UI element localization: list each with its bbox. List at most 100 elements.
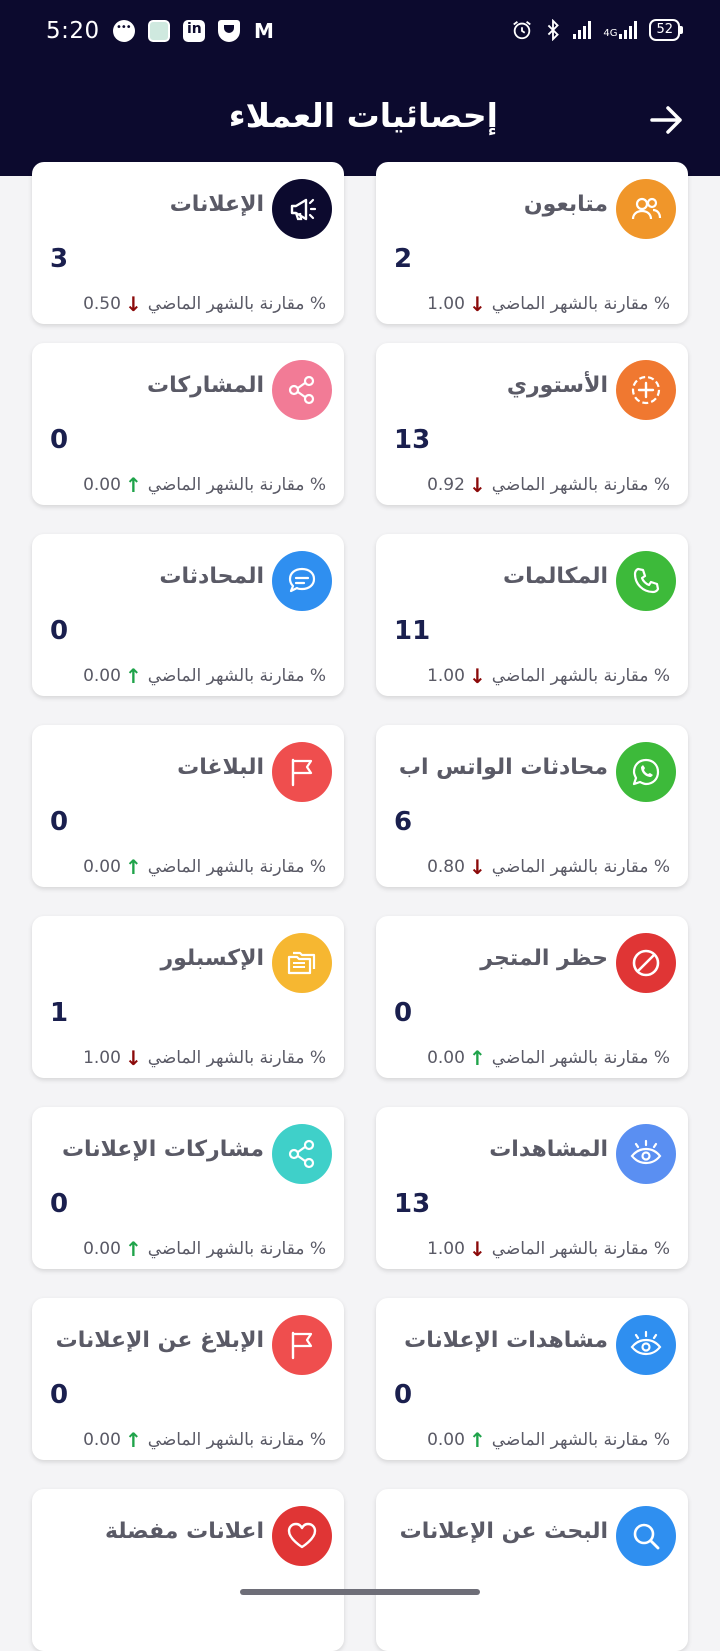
arrow-up-icon: ↑ bbox=[124, 1428, 142, 1452]
stat-comparison: 0.00 ↑% مقارنة بالشهر الماضي bbox=[32, 1237, 326, 1261]
system-icons: 4G 52 bbox=[511, 19, 683, 41]
linkedin-icon bbox=[183, 20, 205, 42]
stat-change-value: 0.50 bbox=[83, 294, 121, 314]
phone-icon bbox=[616, 551, 676, 611]
comparison-text: % مقارنة بالشهر الماضي bbox=[147, 294, 326, 314]
eye-icon bbox=[616, 1315, 676, 1375]
stat-comparison: 1.00 ↓% مقارنة بالشهر الماضي bbox=[376, 292, 670, 316]
stat-change-value: 0.00 bbox=[83, 857, 121, 877]
stat-card[interactable]: الإبلاغ عن الإعلانات 0 0.00 ↑% مقارنة بالشه… bbox=[32, 1298, 344, 1460]
comparison-text: % مقارنة بالشهر الماضي bbox=[147, 857, 326, 877]
comparison-text: % مقارنة بالشهر الماضي bbox=[147, 666, 326, 686]
stat-change-value: 0.00 bbox=[427, 1048, 465, 1068]
stat-value: 0 bbox=[50, 807, 69, 837]
comparison-text: % مقارنة بالشهر الماضي bbox=[491, 294, 670, 314]
flag-icon bbox=[272, 1315, 332, 1375]
arrow-down-icon: ↓ bbox=[124, 1046, 142, 1070]
stat-value: 0 bbox=[394, 998, 413, 1028]
arrow-up-icon: ↑ bbox=[468, 1046, 486, 1070]
stat-comparison: 0.00 ↑% مقارنة بالشهر الماضي bbox=[376, 1428, 670, 1452]
block-icon bbox=[616, 933, 676, 993]
comparison-text: % مقارنة بالشهر الماضي bbox=[147, 475, 326, 495]
whatsapp-icon bbox=[616, 742, 676, 802]
flag-icon bbox=[272, 742, 332, 802]
stat-change-value: 1.00 bbox=[83, 1048, 121, 1068]
bluetooth-icon bbox=[548, 19, 560, 41]
comparison-text: % مقارنة بالشهر الماضي bbox=[491, 857, 670, 877]
stat-card[interactable]: المشاركات 0 0.00 ↑% مقارنة بالشهر الماضي bbox=[32, 343, 344, 505]
comparison-text: % مقارنة بالشهر الماضي bbox=[491, 1048, 670, 1068]
notification-icons bbox=[113, 19, 275, 43]
stat-label: المشاركات bbox=[146, 373, 264, 398]
back-arrow-icon[interactable] bbox=[646, 100, 686, 140]
stat-value: 3 bbox=[50, 244, 69, 274]
status-time: 5:20 bbox=[46, 18, 100, 44]
stat-label: البلاغات bbox=[177, 755, 264, 780]
stat-comparison: 0.00 ↑% مقارنة بالشهر الماضي bbox=[376, 1046, 670, 1070]
stat-value: 0 bbox=[394, 1380, 413, 1410]
stat-change-value: 1.00 bbox=[427, 666, 465, 686]
stat-label: اعلانات مفضلة bbox=[104, 1519, 264, 1544]
comparison-text: % مقارنة بالشهر الماضي bbox=[491, 1430, 670, 1450]
mobile-data-icon: 4G bbox=[603, 21, 638, 39]
stat-label: متابعون bbox=[523, 192, 608, 217]
stat-card[interactable]: اعلانات مفضلة bbox=[32, 1489, 344, 1651]
stat-change-value: 1.00 bbox=[427, 1239, 465, 1259]
stat-card[interactable]: البلاغات 0 0.00 ↑% مقارنة بالشهر الماضي bbox=[32, 725, 344, 887]
stat-comparison: 1.00 ↓% مقارنة بالشهر الماضي bbox=[376, 664, 670, 688]
stat-card[interactable]: الإعلانات 3 0.50 ↓% مقارنة بالشهر الماضي bbox=[32, 162, 344, 324]
stat-card[interactable]: متابعون 2 1.00 ↓% مقارنة بالشهر الماضي bbox=[376, 162, 688, 324]
heart-icon bbox=[272, 1506, 332, 1566]
stat-change-value: 0.00 bbox=[83, 666, 121, 686]
stat-comparison: 0.00 ↑% مقارنة بالشهر الماضي bbox=[32, 855, 326, 879]
share-icon bbox=[272, 1124, 332, 1184]
comparison-text: % مقارنة بالشهر الماضي bbox=[491, 1239, 670, 1259]
stat-label: مشاركات الإعلانات bbox=[61, 1137, 264, 1162]
stat-comparison: 1.00 ↓% مقارنة بالشهر الماضي bbox=[376, 1237, 670, 1261]
stat-value: 0 bbox=[50, 1189, 69, 1219]
stat-card[interactable]: الإكسبلور 1 1.00 ↓% مقارنة بالشهر الماضي bbox=[32, 916, 344, 1078]
stat-card[interactable]: محادثات الواتس اب 6 0.80 ↓% مقارنة بالشهر ا… bbox=[376, 725, 688, 887]
stat-value: 13 bbox=[394, 1189, 431, 1219]
arrow-down-icon: ↓ bbox=[468, 855, 486, 879]
stat-value: 1 bbox=[50, 998, 69, 1028]
stat-comparison: 0.00 ↑% مقارنة بالشهر الماضي bbox=[32, 473, 326, 497]
battery-icon: 52 bbox=[649, 19, 683, 41]
stat-card[interactable]: المكالمات 11 1.00 ↓% مقارنة بالشهر الماضي bbox=[376, 534, 688, 696]
comparison-text: % مقارنة بالشهر الماضي bbox=[491, 666, 670, 686]
stat-value: 0 bbox=[50, 1380, 69, 1410]
stat-card[interactable]: المحادثات 0 0.00 ↑% مقارنة بالشهر الماضي bbox=[32, 534, 344, 696]
eye-icon bbox=[616, 1124, 676, 1184]
stat-label: حظر المتجر bbox=[480, 946, 608, 971]
stat-comparison: 0.50 ↓% مقارنة بالشهر الماضي bbox=[32, 292, 326, 316]
stat-label: الإكسبلور bbox=[160, 946, 264, 971]
arrow-down-icon: ↓ bbox=[468, 664, 486, 688]
stat-card[interactable]: الأستوري 13 0.92 ↓% مقارنة بالشهر الماضي bbox=[376, 343, 688, 505]
story-plus-icon bbox=[616, 360, 676, 420]
stat-card[interactable]: مشاهدات الإعلانات 0 0.00 ↑% مقارنة بالشهر ا… bbox=[376, 1298, 688, 1460]
alarm-icon bbox=[513, 21, 532, 40]
arrow-up-icon: ↑ bbox=[124, 1237, 142, 1261]
users-icon bbox=[616, 179, 676, 239]
stat-change-value: 0.00 bbox=[83, 475, 121, 495]
chat-icon bbox=[272, 551, 332, 611]
stat-label: الأستوري bbox=[506, 373, 608, 398]
arrow-up-icon: ↑ bbox=[124, 855, 142, 879]
signal-icon bbox=[573, 21, 592, 39]
stat-comparison: 0.00 ↑% مقارنة بالشهر الماضي bbox=[32, 1428, 326, 1452]
stat-value: 11 bbox=[394, 616, 431, 646]
comparison-text: % مقارنة بالشهر الماضي bbox=[147, 1239, 326, 1259]
arrow-down-icon: ↓ bbox=[468, 473, 486, 497]
stat-label: البحث عن الإعلانات bbox=[399, 1519, 608, 1544]
stat-label: محادثات الواتس اب bbox=[398, 755, 608, 780]
folders-icon bbox=[272, 933, 332, 993]
home-indicator[interactable] bbox=[240, 1589, 480, 1595]
arrow-down-icon: ↓ bbox=[124, 292, 142, 316]
megaphone-icon bbox=[272, 179, 332, 239]
stat-card[interactable]: حظر المتجر 0 0.00 ↑% مقارنة بالشهر الماضي bbox=[376, 916, 688, 1078]
stat-card[interactable]: مشاركات الإعلانات 0 0.00 ↑% مقارنة بالشهر ا… bbox=[32, 1107, 344, 1269]
stat-card[interactable]: المشاهدات 13 1.00 ↓% مقارنة بالشهر الماضي bbox=[376, 1107, 688, 1269]
stat-card[interactable]: البحث عن الإعلانات bbox=[376, 1489, 688, 1651]
arrow-up-icon: ↑ bbox=[468, 1428, 486, 1452]
app-bar: إحصائيات العملاء bbox=[0, 64, 720, 176]
